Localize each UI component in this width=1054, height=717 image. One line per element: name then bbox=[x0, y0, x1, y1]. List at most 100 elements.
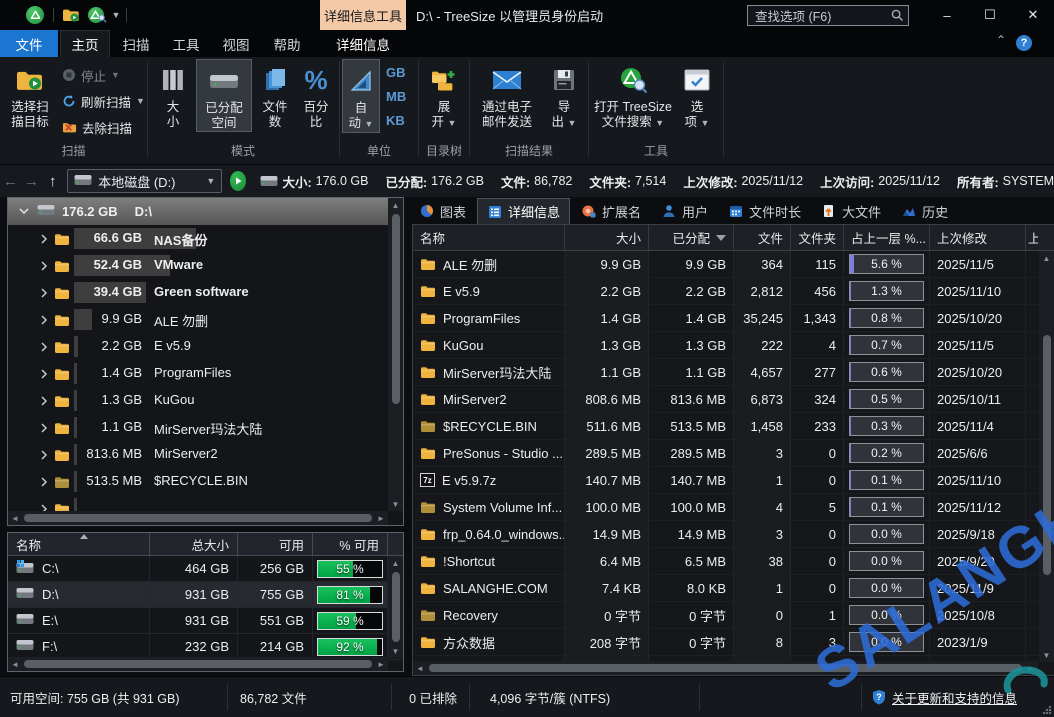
forward-arrow-icon[interactable]: → bbox=[21, 173, 42, 190]
drives-col-free[interactable]: 可用 bbox=[238, 533, 313, 555]
unit-mb[interactable]: MB bbox=[386, 89, 406, 104]
table-row[interactable]: 7zE v5.9.7z 140.7 MB 140.7 MB 1 0 0.1 % … bbox=[413, 467, 1038, 494]
refresh-scan-button[interactable]: 刷新扫描▼ bbox=[62, 89, 145, 113]
scroll-down-icon[interactable]: ▼ bbox=[389, 644, 403, 658]
tab-details-contextual[interactable]: 详细信息 bbox=[320, 30, 406, 57]
col-name[interactable]: 名称 bbox=[413, 225, 565, 250]
scroll-down-icon[interactable]: ▼ bbox=[389, 497, 403, 511]
open-scan-icon[interactable] bbox=[61, 5, 81, 25]
drives-table-header[interactable]: 名称 总大小 可用 % 可用 bbox=[8, 533, 403, 556]
stop-button[interactable]: 停止▼ bbox=[62, 63, 120, 87]
drives-vertical-scrollbar[interactable]: ▲ ▼ bbox=[388, 556, 403, 658]
update-info-link[interactable]: 关于更新和支持的信息 bbox=[892, 688, 1017, 707]
drive-row[interactable]: C:\ 464 GB 256 GB 55 % bbox=[8, 556, 403, 582]
table-row[interactable]: E v5.9 2.2 GB 2.2 GB 2,812 456 1.3 % 202… bbox=[413, 278, 1038, 305]
select-scan-target-button[interactable]: 选择扫 描目标 bbox=[3, 59, 57, 130]
search-input[interactable]: 查找选项 (F6) bbox=[747, 5, 909, 26]
send-email-button[interactable]: 通过电子 邮件发送 bbox=[472, 59, 542, 130]
resize-grip[interactable] bbox=[1042, 705, 1052, 715]
collapse-ribbon-icon[interactable]: ⌃ bbox=[996, 33, 1006, 47]
table-row[interactable]: KuGou 1.3 GB 1.3 GB 222 4 0.7 % 2025/11/… bbox=[413, 332, 1038, 359]
tab-view[interactable]: 视图 bbox=[212, 30, 260, 57]
up-arrow-icon[interactable]: ↑ bbox=[42, 173, 63, 190]
tree-root-row[interactable]: 176.2 GB D:\ bbox=[8, 198, 388, 225]
unit-auto-button[interactable]: 自 动 ▼ bbox=[342, 59, 380, 133]
quick-access-dropdown-icon[interactable]: ▼ bbox=[110, 5, 122, 25]
tab-file[interactable]: 文件 bbox=[0, 30, 58, 57]
tab-home[interactable]: 主页 bbox=[60, 30, 110, 57]
maximize-button[interactable]: ☐ bbox=[969, 0, 1011, 30]
tree-item[interactable]: 9.9 GB ALE 勿删 bbox=[8, 306, 388, 333]
tree-item[interactable]: 1.4 GB ProgramFiles bbox=[8, 360, 388, 387]
scroll-up-icon[interactable]: ▲ bbox=[1040, 251, 1054, 265]
path-dropdown[interactable]: 本地磁盘 (D:) ▼ bbox=[67, 169, 222, 193]
tab-scan[interactable]: 扫描 bbox=[112, 30, 160, 57]
scroll-down-icon[interactable]: ▼ bbox=[1040, 648, 1054, 662]
table-row[interactable]: MirServer2 808.6 MB 813.6 MB 6,873 324 0… bbox=[413, 386, 1038, 413]
drives-col-pct[interactable]: % 可用 bbox=[313, 533, 388, 555]
export-button[interactable]: 导 出 ▼ bbox=[544, 59, 584, 131]
tree-vertical-scrollbar[interactable]: ▲ ▼ bbox=[388, 198, 403, 511]
options-button[interactable]: 选 项 ▼ bbox=[677, 59, 717, 131]
view-tab-2[interactable]: 扩展名 bbox=[572, 198, 650, 224]
close-button[interactable]: ✕ bbox=[1012, 0, 1054, 30]
scroll-up-icon[interactable]: ▲ bbox=[389, 556, 403, 570]
scroll-up-icon[interactable]: ▲ bbox=[389, 198, 403, 212]
col-folders[interactable]: 文件夹 bbox=[791, 225, 844, 250]
scroll-right-icon[interactable]: ► bbox=[374, 657, 388, 671]
col-size[interactable]: 大小 bbox=[565, 225, 649, 250]
drives-col-name[interactable]: 名称 bbox=[8, 533, 150, 555]
table-row[interactable]: ProgramFiles 1.4 GB 1.4 GB 35,245 1,343 … bbox=[413, 305, 1038, 332]
table-row[interactable]: 方众数据 208 字节 0 字节 8 3 0.0 % 2023/1/9 bbox=[413, 629, 1038, 656]
tree-item[interactable]: 1.3 GB KuGou bbox=[8, 387, 388, 414]
view-tab-3[interactable]: 用户 bbox=[652, 198, 717, 224]
table-row[interactable]: Recovery 0 字节 0 字节 0 1 0.0 % 2025/10/8 bbox=[413, 602, 1038, 629]
start-scan-button[interactable] bbox=[230, 171, 246, 191]
table-row[interactable]: MirServer玛法大陆 1.1 GB 1.1 GB 4,657 277 0.… bbox=[413, 359, 1038, 386]
minimize-button[interactable]: – bbox=[926, 0, 968, 30]
tree-item[interactable]: 2.2 GB E v5.9 bbox=[8, 333, 388, 360]
table-row[interactable]: !Shortcut 6.4 MB 6.5 MB 38 0 0.0 % 2025/… bbox=[413, 548, 1038, 575]
view-tab-0[interactable]: 图表 bbox=[410, 198, 475, 224]
mode-percent-button[interactable]: % 百分 比 bbox=[296, 59, 336, 130]
scroll-left-icon[interactable]: ◄ bbox=[8, 511, 22, 525]
details-table-header[interactable]: 名称 大小 已分配 文件 文件夹 占上一层 %... 上次修改 上 bbox=[413, 225, 1054, 251]
details-horizontal-scrollbar[interactable]: ◄ ► bbox=[413, 661, 1038, 675]
col-clipped[interactable]: 上 bbox=[1026, 225, 1038, 250]
view-tab-5[interactable]: 大文件 bbox=[812, 198, 890, 224]
tree-horizontal-scrollbar[interactable]: ◄ ► bbox=[8, 511, 388, 525]
tree-item[interactable] bbox=[8, 495, 388, 511]
scroll-left-icon[interactable]: ◄ bbox=[8, 657, 22, 671]
drive-row[interactable]: D:\ 931 GB 755 GB 81 % bbox=[8, 582, 403, 608]
col-files[interactable]: 文件 bbox=[734, 225, 791, 250]
details-vertical-scrollbar[interactable]: ▲ ▼ bbox=[1039, 251, 1054, 662]
table-row[interactable]: frp_0.64.0_windows... 14.9 MB 14.9 MB 3 … bbox=[413, 521, 1038, 548]
treesize-search-icon[interactable] bbox=[87, 5, 107, 25]
drives-col-total[interactable]: 总大小 bbox=[150, 533, 238, 555]
drive-row[interactable]: E:\ 931 GB 551 GB 59 % bbox=[8, 608, 403, 634]
unit-gb[interactable]: GB bbox=[386, 65, 406, 80]
help-icon[interactable]: ? bbox=[1016, 35, 1032, 51]
scroll-left-icon[interactable]: ◄ bbox=[413, 661, 427, 675]
table-row[interactable]: $RECYCLE.BIN 511.6 MB 513.5 MB 1,458 233… bbox=[413, 413, 1038, 440]
back-arrow-icon[interactable]: ← bbox=[0, 173, 21, 190]
unit-kb[interactable]: KB bbox=[386, 113, 406, 128]
mode-filecount-button[interactable]: 文件 数 bbox=[254, 59, 296, 130]
mode-size-button[interactable]: 大 小 bbox=[152, 59, 194, 130]
tab-tools[interactable]: 工具 bbox=[162, 30, 210, 57]
tree-item[interactable]: 39.4 GB Green software bbox=[8, 279, 388, 306]
remove-scan-button[interactable]: 去除扫描 bbox=[62, 115, 132, 139]
col-allocated[interactable]: 已分配 bbox=[649, 225, 734, 250]
col-last-modified[interactable]: 上次修改 bbox=[930, 225, 1026, 250]
tree-item[interactable]: 66.6 GB NAS备份 bbox=[8, 225, 388, 252]
scroll-right-icon[interactable]: ► bbox=[1024, 661, 1038, 675]
scroll-right-icon[interactable]: ► bbox=[374, 511, 388, 525]
view-tab-1[interactable]: 详细信息 bbox=[477, 198, 570, 224]
view-tab-6[interactable]: 历史 bbox=[892, 198, 957, 224]
tree-item[interactable]: 813.6 MB MirServer2 bbox=[8, 441, 388, 468]
col-percent-of-parent[interactable]: 占上一层 %... bbox=[844, 225, 930, 250]
table-row[interactable]: SALANGHE.COM 7.4 KB 8.0 KB 1 0 0.0 % 202… bbox=[413, 575, 1038, 602]
open-file-search-button[interactable]: 打开 TreeSize 文件搜索 ▼ bbox=[591, 59, 675, 131]
table-row[interactable]: ALE 勿删 9.9 GB 9.9 GB 364 115 5.6 % 2025/… bbox=[413, 251, 1038, 278]
view-tab-4[interactable]: 文件时长 bbox=[719, 198, 810, 224]
